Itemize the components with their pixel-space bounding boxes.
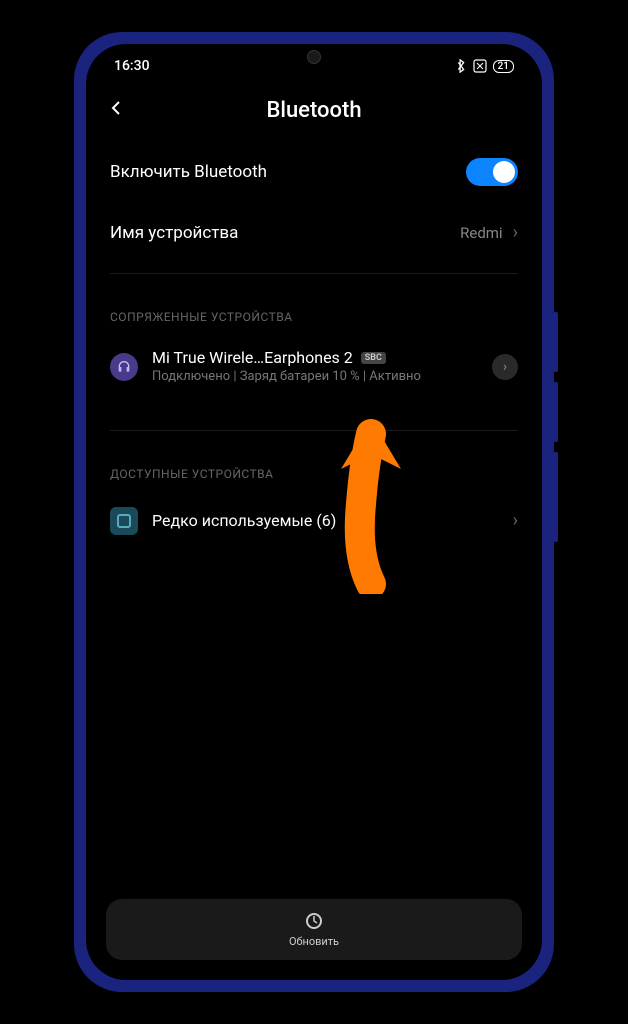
nfc-status-icon: [473, 59, 487, 73]
bluetooth-toggle[interactable]: [466, 158, 518, 186]
divider: [110, 273, 518, 274]
available-section-header: ДОСТУПНЫЕ УСТРОЙСТВА: [110, 443, 518, 491]
bluetooth-toggle-row[interactable]: Включить Bluetooth: [110, 140, 518, 204]
rarely-used-row[interactable]: Редко используемые (6) ›: [110, 491, 518, 551]
headphones-icon: [110, 353, 138, 381]
device-info: Mi True Wirele…Earphones 2 SBC Подключен…: [152, 348, 478, 386]
bluetooth-toggle-label: Включить Bluetooth: [110, 162, 267, 182]
refresh-icon: [304, 911, 324, 931]
codec-badge: SBC: [361, 352, 386, 364]
phone-frame: 16:30 21 Bluetooth Включить Bluetooth Им…: [74, 32, 554, 992]
device-name-label: Имя устройства: [110, 223, 238, 243]
device-name-value: Redmi: [460, 224, 502, 242]
divider: [110, 430, 518, 431]
content: Включить Bluetooth Имя устройства Redmi …: [86, 140, 542, 551]
bluetooth-status-icon: [455, 59, 467, 73]
paired-section-header: СОПРЯЖЕННЫЕ УСТРОЙСТВА: [110, 286, 518, 334]
battery-icon: 21: [493, 60, 514, 73]
power-button: [553, 452, 558, 542]
refresh-label: Обновить: [289, 935, 339, 948]
paired-device-row[interactable]: Mi True Wirele…Earphones 2 SBC Подключен…: [110, 334, 518, 400]
paired-device-name: Mi True Wirele…Earphones 2: [152, 348, 353, 367]
page-title: Bluetooth: [266, 98, 361, 123]
chevron-right-icon: ›: [513, 510, 518, 531]
volume-up-button: [553, 312, 558, 372]
status-icons: 21: [455, 59, 514, 73]
paired-device-status: Подключено | Заряд батареи 10 % | Активн…: [152, 369, 478, 386]
device-details-button[interactable]: ›: [492, 354, 518, 380]
device-name-value-group: Redmi ›: [460, 222, 518, 243]
camera-notch: [307, 50, 321, 64]
refresh-button[interactable]: Обновить: [106, 899, 522, 960]
rarely-used-label: Редко используемые (6): [152, 511, 499, 530]
device-name-row-inner: Mi True Wirele…Earphones 2 SBC: [152, 348, 478, 367]
back-button[interactable]: [106, 96, 136, 124]
device-name-row[interactable]: Имя устройства Redmi ›: [110, 204, 518, 261]
status-time: 16:30: [114, 58, 150, 74]
screen: 16:30 21 Bluetooth Включить Bluetooth Им…: [86, 44, 542, 980]
header: Bluetooth: [86, 80, 542, 140]
chevron-right-icon: ›: [503, 359, 507, 375]
volume-down-button: [553, 382, 558, 442]
chevron-right-icon: ›: [513, 222, 518, 243]
rarely-used-icon: [110, 507, 138, 535]
